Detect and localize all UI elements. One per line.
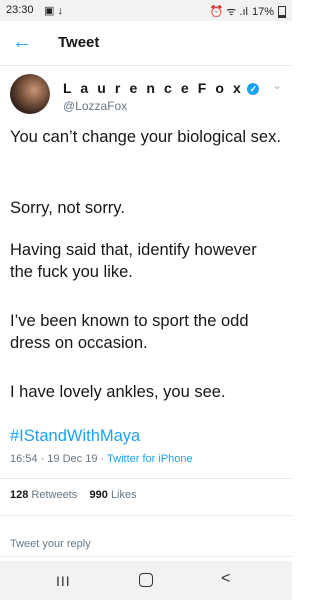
app-bar: ← Tweet [0,21,292,65]
tweet-meta: 16:54 · 19 Dec 19 · Twitter for iPhone [10,453,193,465]
retweets-stat[interactable]: 128 Retweets [10,489,77,501]
status-right: ⏰ ᯤ .ıl 17% [210,4,286,19]
client-link[interactable]: Twitter for iPhone [107,453,193,465]
tweet-paragraph: Having said that, identify however the f… [10,241,257,281]
likes-label: Likes [110,489,137,501]
battery-icon [278,5,286,18]
reply-input[interactable]: Tweet your reply [10,538,91,550]
tweet-paragraph: I have lovely ankles, you see. [10,383,226,401]
header-divider [0,65,292,66]
tweet-paragraph: You can’t change your biological sex. [10,128,281,146]
author-handle[interactable]: @LozzaFox [63,99,127,113]
clock: 23:30 [6,4,34,16]
meta-divider [0,478,292,479]
avatar[interactable] [10,74,50,114]
author-name-text: L a u r e n c e F o x [63,80,244,96]
reply-underline [0,556,292,557]
likes-stat[interactable]: 990 Likes [90,489,137,501]
retweets-count: 128 [10,489,29,501]
timestamp: 16:54 · 19 Dec 19 · [10,453,105,465]
battery-percent: 17% [251,5,274,18]
chevron-down-icon[interactable]: ⌄ [272,78,282,92]
signal-icons: ⏰ ᯤ .ıl [209,6,248,18]
tweet-paragraph: I’ve been known to sport the odd dress o… [10,312,249,352]
home-icon[interactable] [139,573,153,587]
likes-count: 990 [89,489,108,501]
notification-icons: ▣ ↓ [44,5,63,17]
tweet-stats: 128 Retweets 990 Likes [10,489,137,501]
back-icon[interactable]: < [221,570,230,588]
stats-divider [0,515,292,516]
hashtag-link[interactable]: #IStandWithMaya [10,425,140,447]
system-navbar: III < [0,561,292,600]
tweet-paragraph: Sorry, not sorry. [10,199,125,217]
verified-badge-icon: ✓ [247,83,260,95]
author-name[interactable]: L a u r e n c e F o x ✓ [63,80,260,96]
recent-apps-icon[interactable]: III [56,573,71,589]
back-arrow-icon[interactable]: ← [12,31,32,54]
status-bar: 23:30 ▣ ↓ ⏰ ᯤ .ıl 17% [0,0,292,21]
retweets-label: Retweets [31,489,78,501]
page-title: Tweet [58,34,100,51]
